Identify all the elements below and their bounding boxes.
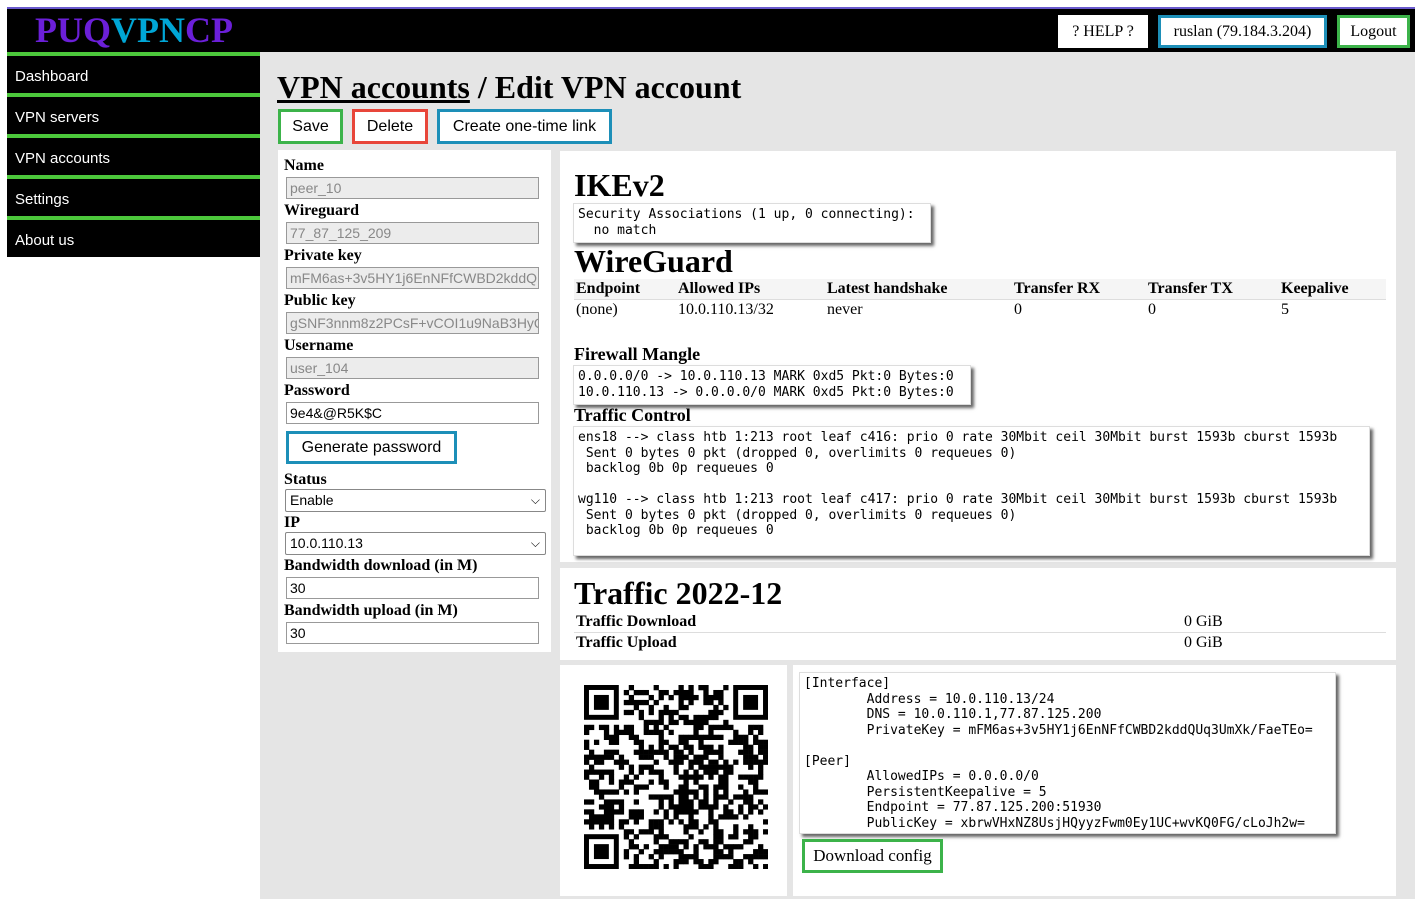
- wireguard-field[interactable]: 77_87_125_209: [286, 222, 539, 244]
- brand-part2: VPN: [111, 10, 185, 50]
- download-config-button[interactable]: Download config: [802, 839, 943, 873]
- name-field[interactable]: peer_10: [286, 177, 539, 199]
- firewall-mangle-output: 0.0.0.0/0 -> 10.0.110.13 MARK 0xd5 Pkt:0…: [573, 365, 971, 405]
- traffic-table: Traffic Download 0 GiB Traffic Upload 0 …: [574, 612, 1386, 653]
- ikev2-heading: IKEv2: [574, 167, 665, 203]
- traffic-panel: Traffic 2022-12 Traffic Download 0 GiB T…: [560, 568, 1396, 660]
- top-bar: PUQVPNCP ? HELP ? ruslan (79.184.3.204) …: [7, 7, 1415, 52]
- status-label: Status: [284, 471, 327, 488]
- qr-code-icon: [584, 685, 768, 869]
- traffic-download-label: Traffic Download: [576, 613, 697, 630]
- sidebar-item-about-us[interactable]: About us: [7, 216, 260, 257]
- username-field[interactable]: user_104: [286, 357, 539, 379]
- cell-endpoint: (none): [576, 301, 618, 318]
- password-field[interactable]: 9e4&@R5K$C: [286, 402, 539, 424]
- status-select-value: Enable: [290, 492, 334, 508]
- traffic-control-output: ens18 --> class htb 1:213 root leaf c416…: [573, 426, 1370, 556]
- ip-select-value: 10.0.110.13: [290, 535, 363, 551]
- private-key-label: Private key: [284, 247, 362, 264]
- public-key-label: Public key: [284, 292, 356, 309]
- qr-panel: [560, 665, 787, 896]
- brand-part1: PUQ: [35, 10, 111, 50]
- sidebar-item-settings[interactable]: Settings: [7, 175, 260, 216]
- main-content: VPN accounts / Edit VPN account Save Del…: [260, 52, 1415, 899]
- user-button[interactable]: ruslan (79.184.3.204): [1158, 15, 1327, 48]
- name-label: Name: [284, 157, 324, 174]
- cell-transfer-rx: 0: [1014, 301, 1022, 318]
- bandwidth-upload-field[interactable]: 30: [286, 622, 539, 644]
- col-transfer-rx: Transfer RX: [1014, 280, 1101, 297]
- ip-select[interactable]: 10.0.110.13 ⌵: [285, 532, 546, 555]
- brand-part3: CP: [185, 10, 233, 50]
- wireguard-label: Wireguard: [284, 202, 359, 219]
- cell-keepalive: 5: [1281, 301, 1289, 318]
- sidebar: Dashboard VPN servers VPN accounts Setti…: [7, 52, 260, 257]
- table-header-row: Endpoint Allowed IPs Latest handshake Tr…: [574, 279, 1386, 300]
- chevron-down-icon: ⌵: [530, 536, 540, 550]
- chevron-down-icon: ⌵: [530, 493, 540, 507]
- page-title-rest: / Edit VPN account: [469, 69, 742, 105]
- cell-latest-handshake: never: [827, 301, 863, 318]
- table-row: Traffic Upload 0 GiB: [574, 633, 1386, 654]
- traffic-heading: Traffic 2022-12: [574, 575, 783, 611]
- wireguard-config-text: [Interface] Address = 10.0.110.13/24 DNS…: [799, 672, 1336, 834]
- col-allowed-ips: Allowed IPs: [678, 280, 761, 297]
- table-row: Traffic Download 0 GiB: [574, 612, 1386, 633]
- breadcrumb-vpn-accounts-link[interactable]: VPN accounts: [277, 69, 470, 105]
- traffic-control-heading: Traffic Control: [574, 405, 691, 425]
- bandwidth-download-label: Bandwidth download (in M): [284, 557, 478, 574]
- cell-transfer-tx: 0: [1148, 301, 1156, 318]
- generate-password-button[interactable]: Generate password: [286, 431, 457, 464]
- account-form: Name peer_10 Wireguard 77_87_125_209 Pri…: [278, 150, 551, 652]
- config-panel: [Interface] Address = 10.0.110.13/24 DNS…: [793, 665, 1396, 896]
- cell-allowed-ips: 10.0.110.13/32: [678, 301, 774, 318]
- firewall-mangle-heading: Firewall Mangle: [574, 344, 701, 364]
- ikev2-status: Security Associations (1 up, 0 connectin…: [573, 203, 931, 243]
- status-select[interactable]: Enable ⌵: [285, 489, 546, 512]
- col-endpoint: Endpoint: [576, 280, 641, 297]
- delete-button[interactable]: Delete: [352, 109, 428, 144]
- username-label: Username: [284, 337, 354, 354]
- traffic-upload-value: 0 GiB: [1184, 634, 1223, 651]
- sidebar-item-dashboard[interactable]: Dashboard: [7, 52, 260, 93]
- traffic-upload-label: Traffic Upload: [576, 634, 677, 651]
- password-label: Password: [284, 382, 350, 399]
- save-button[interactable]: Save: [278, 109, 343, 144]
- create-one-time-link-button[interactable]: Create one-time link: [437, 109, 612, 144]
- col-transfer-tx: Transfer TX: [1148, 280, 1233, 297]
- col-latest-handshake: Latest handshake: [827, 280, 948, 297]
- traffic-download-value: 0 GiB: [1184, 613, 1223, 630]
- wireguard-heading: WireGuard: [574, 243, 733, 279]
- status-panel: IKEv2 Security Associations (1 up, 0 con…: [560, 151, 1396, 562]
- public-key-field[interactable]: gSNF3nnm8z2PCsF+vCOI1u9NaB3HyQxw: [286, 312, 539, 334]
- sidebar-item-vpn-servers[interactable]: VPN servers: [7, 93, 260, 134]
- private-key-field[interactable]: mFM6as+3v5HY1j6EnNFfCWBD2kddQUq3UmXk/Fae…: [286, 267, 539, 289]
- page-title: VPN accounts / Edit VPN account: [277, 68, 741, 106]
- wireguard-table: Endpoint Allowed IPs Latest handshake Tr…: [574, 279, 1386, 320]
- ip-label: IP: [284, 514, 300, 531]
- logout-button[interactable]: Logout: [1337, 15, 1410, 48]
- brand-logo[interactable]: PUQVPNCP: [35, 9, 233, 51]
- bandwidth-download-field[interactable]: 30: [286, 577, 539, 599]
- table-row: (none) 10.0.110.13/32 never 0 0 5: [574, 299, 1386, 321]
- col-keepalive: Keepalive: [1281, 280, 1349, 297]
- help-button[interactable]: ? HELP ?: [1058, 15, 1148, 48]
- sidebar-item-vpn-accounts[interactable]: VPN accounts: [7, 134, 260, 175]
- bandwidth-upload-label: Bandwidth upload (in M): [284, 602, 458, 619]
